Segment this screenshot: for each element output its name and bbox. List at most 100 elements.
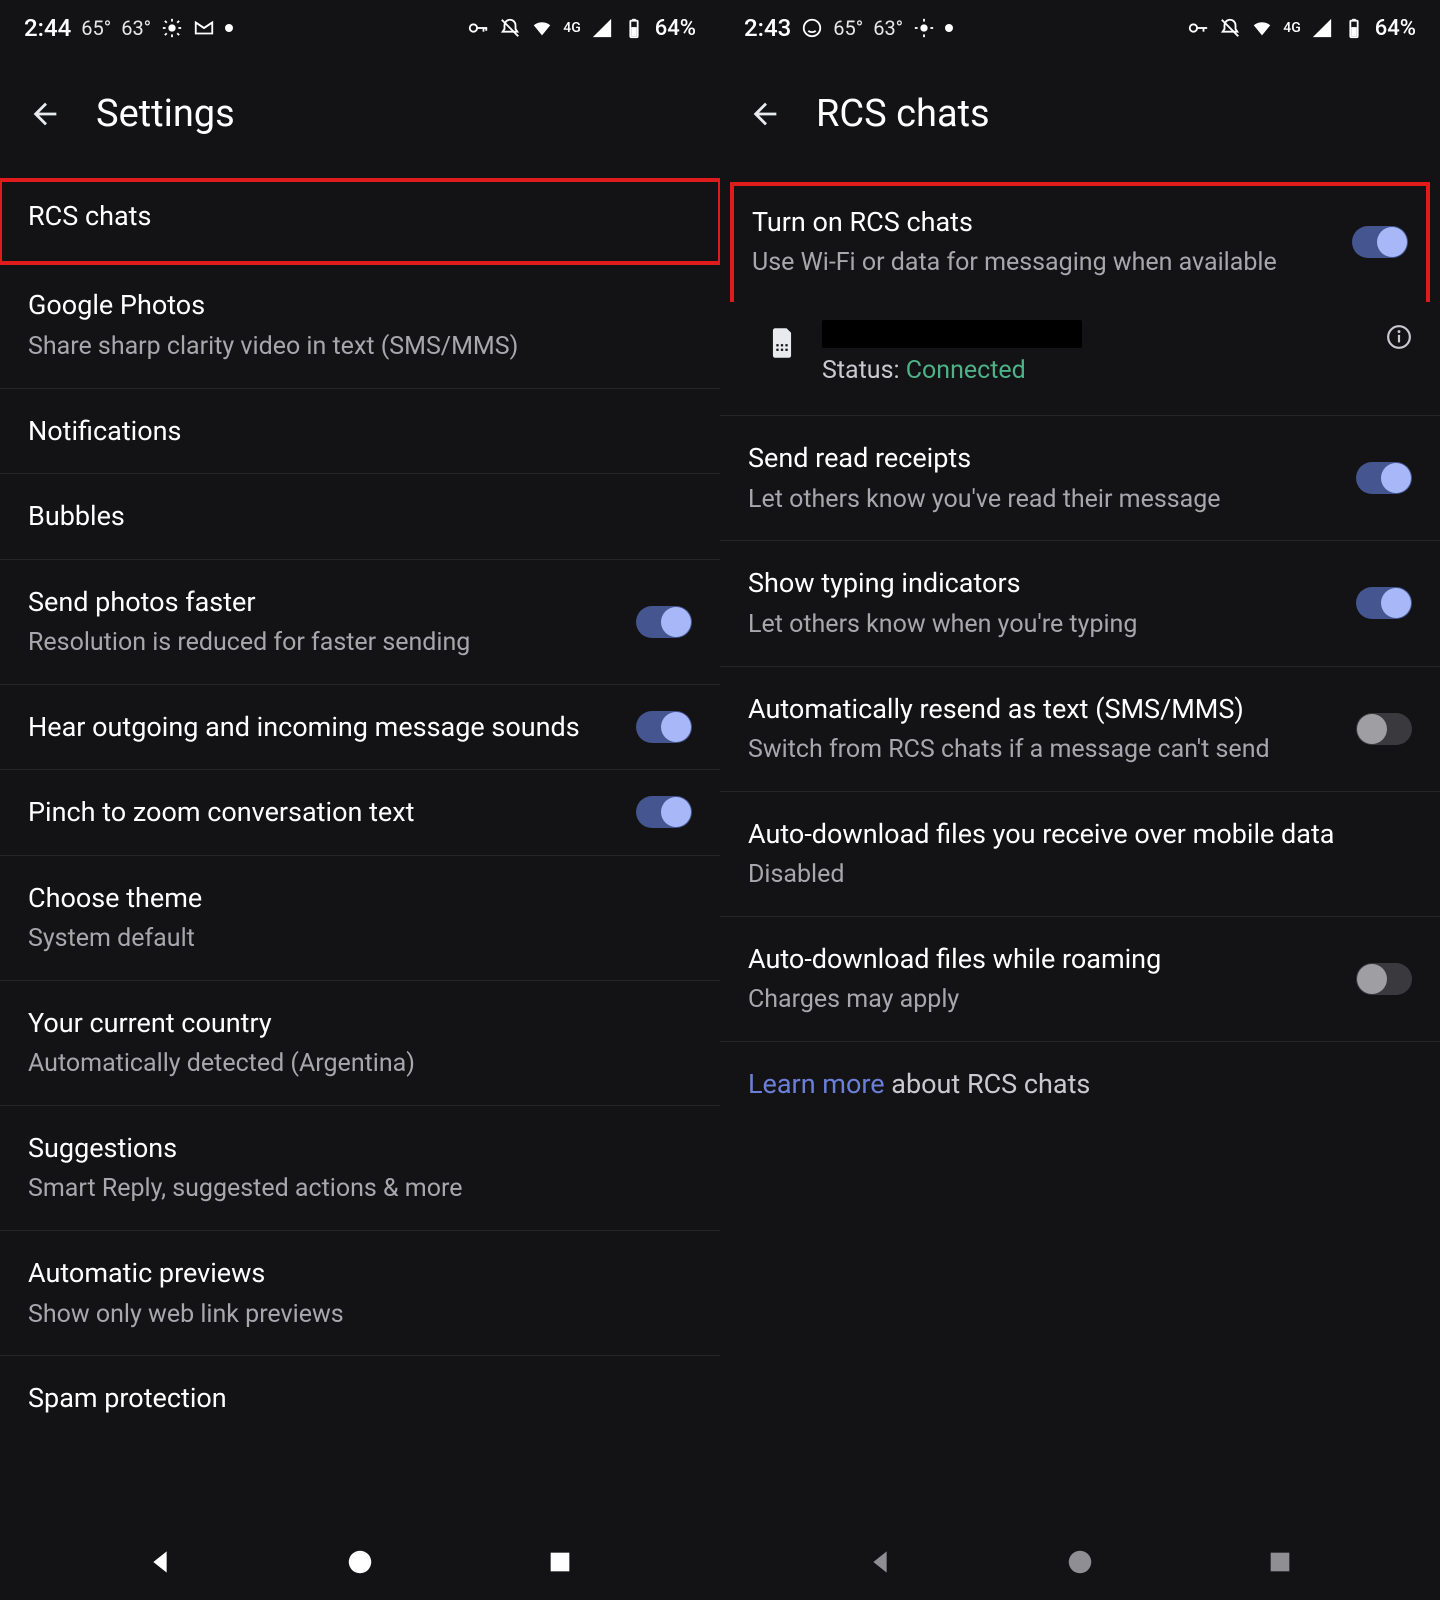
sim-number-redacted [822,320,1082,348]
setting-subtitle: Share sharp clarity video in text (SMS/M… [28,330,692,364]
setting-title: Notifications [28,413,692,449]
battery-icon [1343,17,1365,39]
status-temp-hi: 65° [81,16,111,40]
setting-title: Automatically resend as text (SMS/MMS) [748,691,1336,727]
setting-auto-download-mobile[interactable]: Auto-download files you receive over mob… [720,792,1440,917]
setting-subtitle: Smart Reply, suggested actions & more [28,1172,692,1206]
setting-title: Show typing indicators [748,565,1336,601]
setting-typing-indicators[interactable]: Show typing indicators Let others know w… [720,541,1440,666]
status-bar: 2:43 65° 63° 4G 64% [720,0,1440,56]
setting-title: Send read receipts [748,440,1336,476]
toggle-turn-on-rcs[interactable] [1352,226,1408,258]
nav-recents[interactable] [539,1541,581,1583]
setting-current-country[interactable]: Your current country Automatically detec… [0,981,720,1106]
setting-message-sounds[interactable]: Hear outgoing and incoming message sound… [0,685,720,770]
signal-icon [1311,17,1333,39]
rcs-list: Turn on RCS chats Use Wi-Fi or data for … [720,180,1440,1524]
status-time: 2:44 [24,14,71,42]
toggle-message-sounds[interactable] [636,711,692,743]
app-header: RCS chats [720,56,1440,180]
setting-subtitle: Show only web link previews [28,1298,692,1332]
whatsapp-icon [801,17,823,39]
signal-icon [591,17,613,39]
info-icon[interactable] [1386,324,1412,350]
toggle-send-photos-faster[interactable] [636,606,692,638]
setting-automatic-previews[interactable]: Automatic previews Show only web link pr… [0,1231,720,1356]
back-button[interactable] [748,97,782,131]
setting-title: Auto-download files while roaming [748,941,1336,977]
setting-subtitle: Charges may apply [748,983,1336,1017]
nav-back[interactable] [859,1541,901,1583]
toggle-pinch-zoom[interactable] [636,796,692,828]
setting-subtitle: Use Wi-Fi or data for messaging when ava… [752,246,1332,280]
toggle-auto-download-roaming[interactable] [1356,963,1412,995]
sun-icon [161,17,183,39]
status-temp-hi: 65° [833,16,863,40]
setting-auto-resend-sms[interactable]: Automatically resend as text (SMS/MMS) S… [720,667,1440,792]
setting-suggestions[interactable]: Suggestions Smart Reply, suggested actio… [0,1106,720,1231]
status-temp-lo: 63° [121,16,151,40]
setting-subtitle: Automatically detected (Argentina) [28,1047,692,1081]
setting-subtitle: Disabled [748,858,1412,892]
setting-read-receipts[interactable]: Send read receipts Let others know you'v… [720,416,1440,541]
setting-auto-download-roaming[interactable]: Auto-download files while roaming Charge… [720,917,1440,1042]
learn-more-row: Learn more about RCS chats [720,1042,1440,1126]
sun-icon [913,17,935,39]
setting-turn-on-rcs[interactable]: Turn on RCS chats Use Wi-Fi or data for … [730,182,1430,302]
sim-status-row[interactable]: Status: Connected [720,302,1440,416]
battery-icon [623,17,645,39]
wifi-icon [1251,17,1273,39]
setting-subtitle: Resolution is reduced for faster sending [28,626,616,660]
setting-rcs-chats[interactable]: RCS chats [0,180,720,263]
gmail-icon [193,17,215,39]
setting-bubbles[interactable]: Bubbles [0,474,720,559]
learn-more-text: about RCS chats [885,1068,1091,1100]
setting-subtitle: Let others know you've read their messag… [748,483,1336,517]
settings-list: RCS chats Google Photos Share sharp clar… [0,180,720,1524]
learn-more-link[interactable]: Learn more [748,1068,885,1100]
setting-title: Spam protection [28,1380,692,1416]
status-time: 2:43 [744,14,791,42]
setting-subtitle: System default [28,922,692,956]
dnd-icon [499,17,521,39]
nav-home[interactable] [1059,1541,1101,1583]
nav-back[interactable] [139,1541,181,1583]
setting-subtitle: Let others know when you're typing [748,608,1336,642]
sim-icon [768,326,796,360]
setting-title: Choose theme [28,880,692,916]
status-temp-lo: 63° [873,16,903,40]
toggle-read-receipts[interactable] [1356,462,1412,494]
setting-title: Pinch to zoom conversation text [28,794,616,830]
setting-title: Suggestions [28,1130,692,1166]
setting-title: Auto-download files you receive over mob… [748,816,1412,852]
setting-pinch-zoom[interactable]: Pinch to zoom conversation text [0,770,720,855]
setting-title: Turn on RCS chats [752,204,1332,240]
setting-send-photos-faster[interactable]: Send photos faster Resolution is reduced… [0,560,720,685]
page-title: Settings [96,92,235,136]
setting-title: Automatic previews [28,1255,692,1291]
setting-title: Hear outgoing and incoming message sound… [28,709,616,745]
back-button[interactable] [28,97,62,131]
nav-bar [720,1524,1440,1600]
toggle-auto-resend-sms[interactable] [1356,713,1412,745]
more-notifs-icon [945,24,953,32]
dnd-icon [1219,17,1241,39]
setting-choose-theme[interactable]: Choose theme System default [0,856,720,981]
status-bar: 2:44 65° 63° 4G 64% [0,0,720,56]
nav-recents[interactable] [1259,1541,1301,1583]
setting-notifications[interactable]: Notifications [0,389,720,474]
setting-title: Google Photos [28,287,692,323]
sim-status: Status: Connected [822,356,1360,385]
sim-status-value: Connected [906,356,1026,385]
setting-spam-protection[interactable]: Spam protection [0,1356,720,1440]
nav-home[interactable] [339,1541,381,1583]
page-title: RCS chats [816,92,990,136]
setting-title: Your current country [28,1005,692,1041]
network-type: 4G [563,21,581,35]
setting-google-photos[interactable]: Google Photos Share sharp clarity video … [0,263,720,388]
nav-bar [0,1524,720,1600]
setting-subtitle: Switch from RCS chats if a message can't… [748,733,1336,767]
battery-percent: 64% [1375,16,1416,41]
more-notifs-icon [225,24,233,32]
toggle-typing-indicators[interactable] [1356,587,1412,619]
